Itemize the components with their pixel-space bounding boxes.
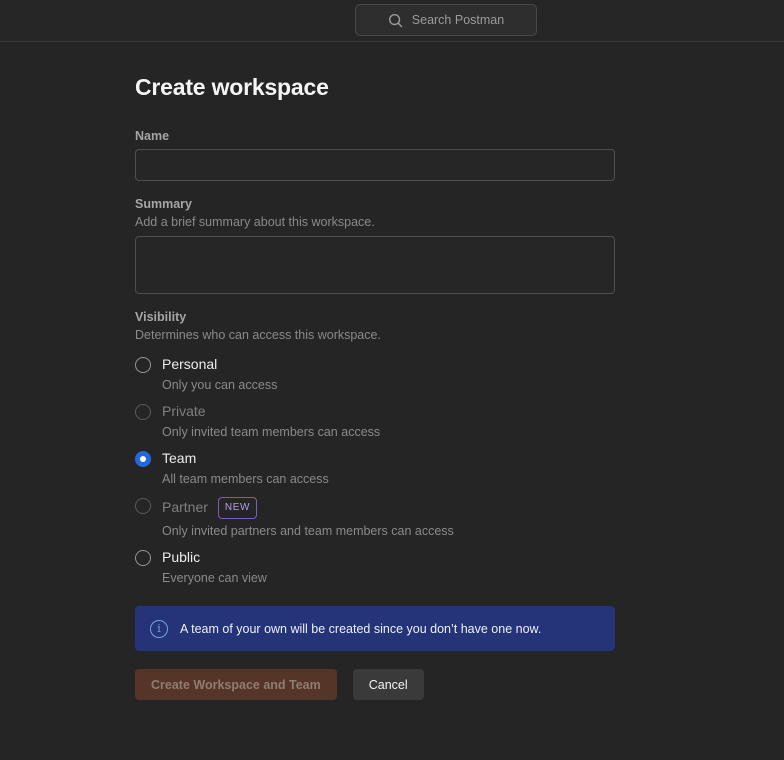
search-icon (388, 13, 403, 28)
new-badge: NEW (218, 497, 257, 519)
cancel-button[interactable]: Cancel (353, 669, 424, 700)
visibility-label: Visibility (135, 310, 615, 324)
info-banner: i A team of your own will be created sin… (135, 606, 615, 651)
radio-option-public[interactable]: Public Everyone can view (135, 549, 615, 585)
search-placeholder: Search Postman (412, 13, 504, 27)
option-label: Private (162, 403, 380, 420)
radio-unselected-icon[interactable] (135, 550, 151, 566)
page-title: Create workspace (135, 74, 615, 101)
summary-help: Add a brief summary about this workspace… (135, 215, 615, 229)
radio-option-personal[interactable]: Personal Only you can access (135, 356, 615, 392)
radio-option-team[interactable]: Team All team members can access (135, 450, 615, 486)
info-banner-text: A team of your own will be created since… (180, 622, 541, 636)
create-workspace-page: Create workspace Name Summary Add a brie… (0, 42, 615, 700)
visibility-help: Determines who can access this workspace… (135, 328, 615, 342)
option-label: Personal (162, 356, 277, 373)
name-label: Name (135, 129, 615, 143)
action-buttons: Create Workspace and Team Cancel (135, 669, 615, 700)
visibility-options: Personal Only you can access Private Onl… (135, 356, 615, 585)
name-input[interactable] (135, 149, 615, 181)
create-workspace-and-team-button[interactable]: Create Workspace and Team (135, 669, 337, 700)
option-label: Team (162, 450, 329, 467)
option-description: Everyone can view (162, 571, 267, 585)
option-description: Only invited team members can access (162, 425, 380, 439)
top-bar: Search Postman (0, 0, 784, 42)
option-description: Only invited partners and team members c… (162, 524, 454, 538)
radio-disabled-icon (135, 498, 151, 514)
option-label: PartnerNEW (162, 497, 454, 519)
info-icon: i (150, 620, 168, 638)
radio-unselected-icon[interactable] (135, 357, 151, 373)
search-input[interactable]: Search Postman (355, 4, 537, 36)
option-description: All team members can access (162, 472, 329, 486)
radio-disabled-icon (135, 404, 151, 420)
radio-option-private[interactable]: Private Only invited team members can ac… (135, 403, 615, 439)
radio-option-partner[interactable]: PartnerNEW Only invited partners and tea… (135, 497, 615, 538)
option-label: Public (162, 549, 267, 566)
summary-label: Summary (135, 197, 615, 211)
radio-selected-icon[interactable] (135, 451, 151, 467)
summary-input[interactable] (135, 236, 615, 294)
option-description: Only you can access (162, 378, 277, 392)
